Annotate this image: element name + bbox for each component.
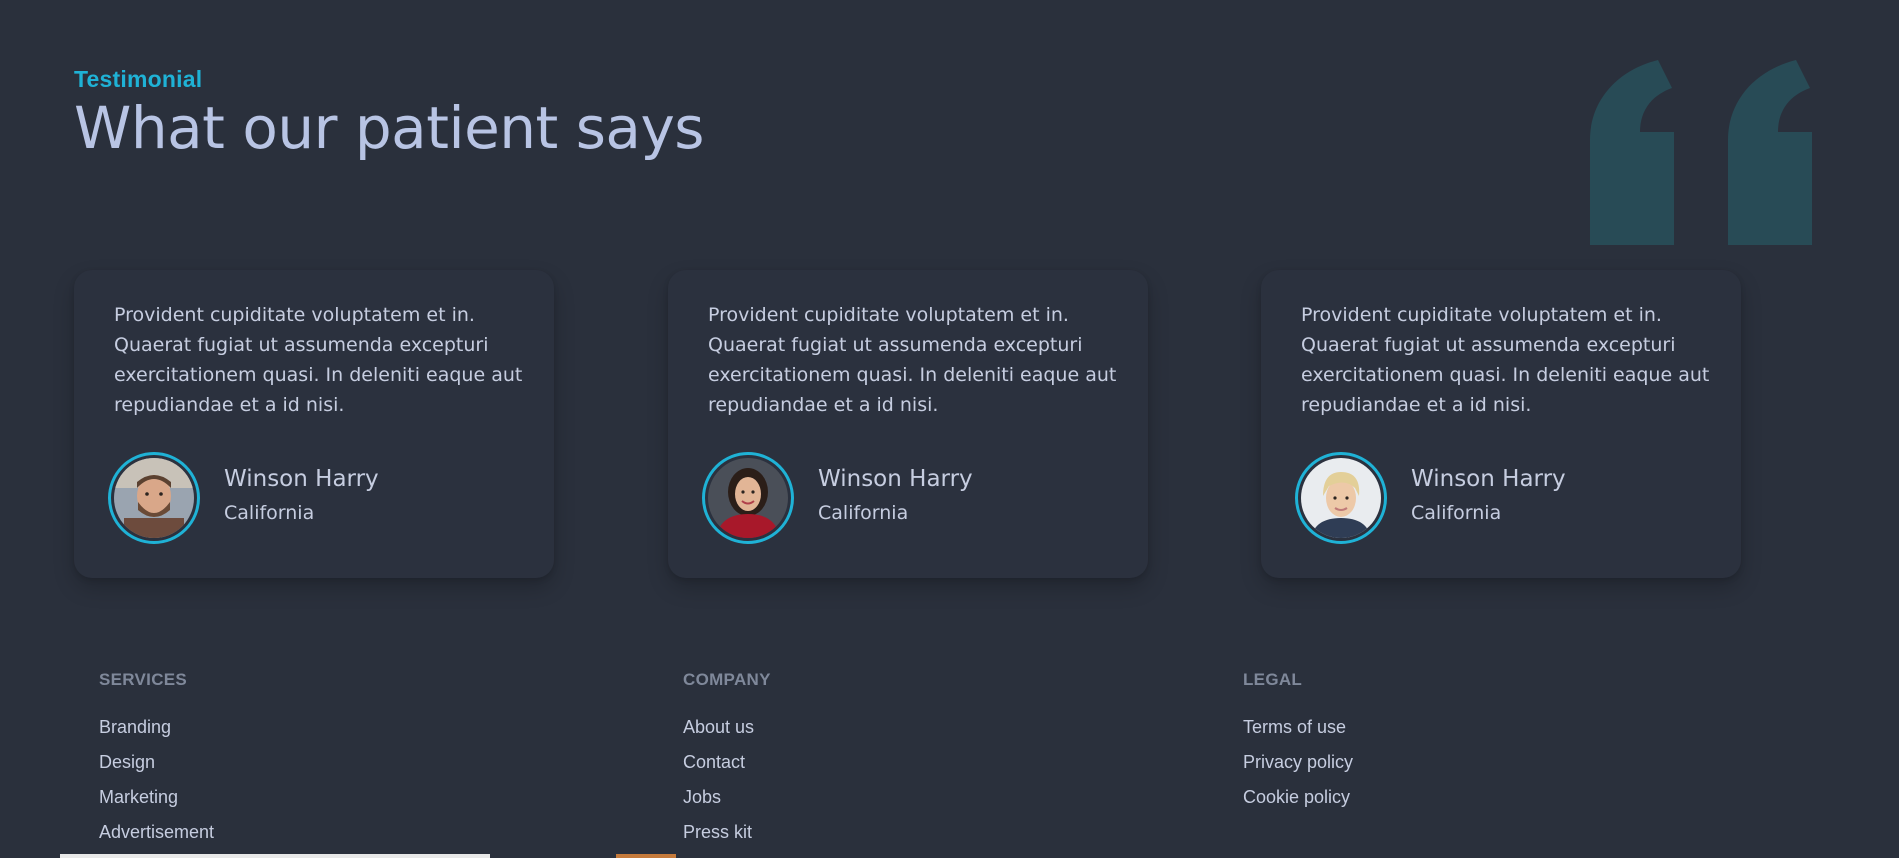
testimonial-list: Provident cupiditate voluptatem et in. Q… [0, 270, 1899, 580]
woman-red-top-avatar-icon [708, 458, 788, 538]
footer-link-privacy-policy[interactable]: Privacy policy [1243, 751, 1353, 786]
bottom-strip-orange [616, 854, 676, 858]
footer-services: SERVICES Branding Design Marketing Adver… [99, 670, 214, 856]
person-location: California [818, 502, 909, 524]
avatar [702, 452, 794, 544]
footer-company: COMPANY About us Contact Jobs Press kit [683, 670, 771, 856]
testimonial-page: Testimonial What our patient says Provid… [0, 0, 1899, 858]
woman-blonde-avatar-icon [1301, 458, 1381, 538]
man-avatar-icon [114, 458, 194, 538]
avatar [1295, 452, 1387, 544]
footer-link-terms-of-use[interactable]: Terms of use [1243, 716, 1353, 751]
footer-link-press-kit[interactable]: Press kit [683, 821, 771, 856]
section-heading: What our patient says [74, 94, 705, 162]
person-location: California [1411, 502, 1502, 524]
footer-link-contact[interactable]: Contact [683, 751, 771, 786]
testimonial-card: Provident cupiditate voluptatem et in. Q… [668, 270, 1148, 578]
footer-link-cookie-policy[interactable]: Cookie policy [1243, 786, 1353, 821]
footer-link-design[interactable]: Design [99, 751, 214, 786]
avatar [108, 452, 200, 544]
footer-link-branding[interactable]: Branding [99, 716, 214, 751]
footer-link-jobs[interactable]: Jobs [683, 786, 771, 821]
testimonial-text: Provident cupiditate voluptatem et in. Q… [708, 304, 1117, 416]
footer-title-company: COMPANY [683, 670, 771, 689]
footer-title-services: SERVICES [99, 670, 188, 689]
section-eyebrow: Testimonial [74, 66, 203, 92]
testimonial-card: Provident cupiditate voluptatem et in. Q… [74, 270, 554, 578]
testimonial-card: Provident cupiditate voluptatem et in. Q… [1261, 270, 1741, 578]
footer-legal: LEGAL Terms of use Privacy policy Cookie… [1243, 670, 1353, 821]
footer-link-advertisement[interactable]: Advertisement [99, 821, 214, 856]
bottom-strip-white [60, 854, 490, 858]
footer-link-about-us[interactable]: About us [683, 716, 771, 751]
quote-mark-icon [1590, 60, 1812, 245]
person-name: Winson Harry [1411, 466, 1566, 492]
footer-title-legal: LEGAL [1243, 670, 1303, 689]
testimonial-text: Provident cupiditate voluptatem et in. Q… [114, 304, 523, 416]
footer-link-marketing[interactable]: Marketing [99, 786, 214, 821]
testimonial-text: Provident cupiditate voluptatem et in. Q… [1301, 304, 1710, 416]
person-location: California [224, 502, 315, 524]
person-name: Winson Harry [224, 466, 379, 492]
person-name: Winson Harry [818, 466, 973, 492]
